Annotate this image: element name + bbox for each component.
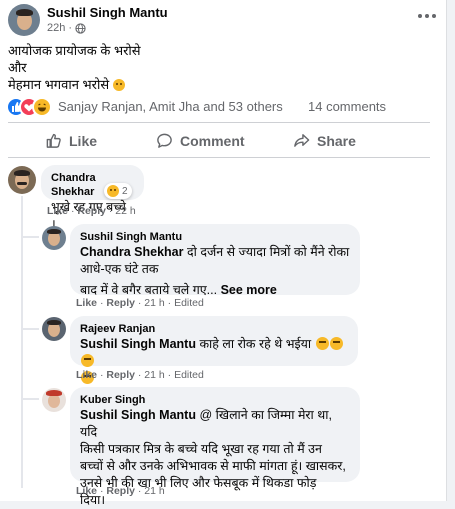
comment-icon xyxy=(157,133,172,148)
like-button[interactable]: Like xyxy=(45,132,97,149)
reply-actions: Like · Reply · 21 h · Edited xyxy=(76,369,204,381)
see-more-link[interactable]: See more xyxy=(221,283,277,297)
share-button-label: Share xyxy=(317,132,356,149)
comment-reaction-badge[interactable]: 2 xyxy=(104,183,132,199)
comment-like-link[interactable]: Like xyxy=(47,205,68,217)
thumbs-up-icon xyxy=(46,133,61,148)
reply-text-line-2: किसी पत्रकार मित्र के बच्चे यदि भूखा रह … xyxy=(80,442,322,456)
reply-like-link[interactable]: Like xyxy=(76,485,97,497)
reply-avatar[interactable] xyxy=(42,226,66,250)
mention-link[interactable]: Sushil Singh Mantu xyxy=(80,408,196,422)
reply-text-line-1: Sushil Singh Mantu @ खिलाने का जिम्मा मे… xyxy=(80,408,332,439)
reply-actions: Like · Reply · 21 h · Edited xyxy=(76,297,204,309)
comment-reaction-count: 2 xyxy=(122,185,128,197)
comment-reply-link[interactable]: Reply xyxy=(77,205,106,217)
sad-emoji-icon xyxy=(107,185,119,197)
post-body: आयोजक प्रायोजक के भरोसे और मेहमान भगवान … xyxy=(8,42,428,93)
reply-reply-link[interactable]: Reply xyxy=(106,369,135,381)
reply-edited: Edited xyxy=(174,297,204,309)
reply-bubble: Kuber Singh Sushil Singh Mantu @ खिलाने … xyxy=(70,387,360,507)
post-line-3: मेहमान भगवान भरोसे xyxy=(8,76,428,93)
mention-link[interactable]: Chandra Shekhar xyxy=(80,245,184,259)
reply-time[interactable]: 21 h xyxy=(144,485,164,497)
reply-like-link[interactable]: Like xyxy=(76,297,97,309)
comment-time[interactable]: 22 h xyxy=(115,205,135,217)
post-author-name[interactable]: Sushil Singh Mantu xyxy=(47,5,168,20)
reaction-icons[interactable] xyxy=(6,97,58,117)
sad-emoji-icon xyxy=(112,79,125,91)
reactions-summary-text[interactable]: Sanjay Ranjan, Amit Jha and 53 others xyxy=(58,99,283,114)
thread-connector xyxy=(21,196,23,488)
reply-author[interactable]: Rajeev Ranjan xyxy=(80,322,348,336)
like-button-label: Like xyxy=(69,132,98,149)
reply-author[interactable]: Kuber Singh xyxy=(80,393,350,407)
more-options-icon[interactable] xyxy=(418,14,438,20)
mention-link[interactable]: Sushil Singh Mantu xyxy=(80,337,196,351)
reply-edited: Edited xyxy=(174,369,204,381)
post-card: Sushil Singh Mantu 22h · आयोजक प्रायोजक … xyxy=(0,0,447,507)
reply-text-line-1: Chandra Shekhar दो दर्जन से ज्यादा मित्र… xyxy=(80,245,350,259)
post-time-separator: · xyxy=(68,22,73,34)
reply-text-line-3: बच्चों से और उनके अभिभावक से माफी मांगता… xyxy=(80,459,346,473)
thinking-emoji-icon xyxy=(81,354,94,367)
reply-author[interactable]: Sushil Singh Mantu xyxy=(80,230,350,244)
reply-bubble: Sushil Singh Mantu Chandra Shekhar दो दर… xyxy=(70,224,360,297)
divider-top xyxy=(8,122,430,123)
post-timestamp[interactable]: 22h · xyxy=(47,22,86,34)
reply-avatar[interactable] xyxy=(42,388,66,412)
comment-actions: Like · Reply · 22 h xyxy=(47,205,136,217)
globe-icon xyxy=(75,22,86,34)
thinking-emoji-icon xyxy=(315,337,329,350)
comment-button[interactable]: Comment xyxy=(156,132,245,149)
comment-button-label: Comment xyxy=(180,132,245,149)
reply-avatar[interactable] xyxy=(42,317,66,341)
reply-like-link[interactable]: Like xyxy=(76,369,97,381)
comments-count[interactable]: 14 comments xyxy=(308,99,386,114)
reply-actions: Like · Reply · 21 h xyxy=(76,485,165,497)
post-line-1: आयोजक प्रायोजक के भरोसे xyxy=(8,43,141,58)
reply-reply-link[interactable]: Reply xyxy=(106,297,135,309)
share-button[interactable]: Share xyxy=(293,132,356,149)
reply-time[interactable]: 21 h xyxy=(144,297,164,309)
reply-connector xyxy=(21,328,39,330)
reply-bubble: Rajeev Ranjan Sushil Singh Mantu काहे ला… xyxy=(70,316,358,384)
comment-avatar[interactable] xyxy=(8,166,36,194)
haha-reaction-icon xyxy=(32,97,52,117)
reply-connector xyxy=(21,236,39,238)
post-line-2: और xyxy=(8,60,27,75)
post-time[interactable]: 22h xyxy=(47,22,65,34)
reply-text-line-2: आधे-एक घंटे तक xyxy=(80,262,159,276)
thinking-emoji-icon xyxy=(329,337,343,350)
divider-bottom xyxy=(8,157,430,158)
reply-text-line-1: Sushil Singh Mantu काहे ला रोक रहे थे भई… xyxy=(80,336,348,370)
share-icon xyxy=(294,134,310,147)
reply-reply-link[interactable]: Reply xyxy=(106,485,135,497)
reply-connector xyxy=(21,398,39,400)
post-author-avatar[interactable] xyxy=(8,4,40,36)
reply-time[interactable]: 21 h xyxy=(144,369,164,381)
